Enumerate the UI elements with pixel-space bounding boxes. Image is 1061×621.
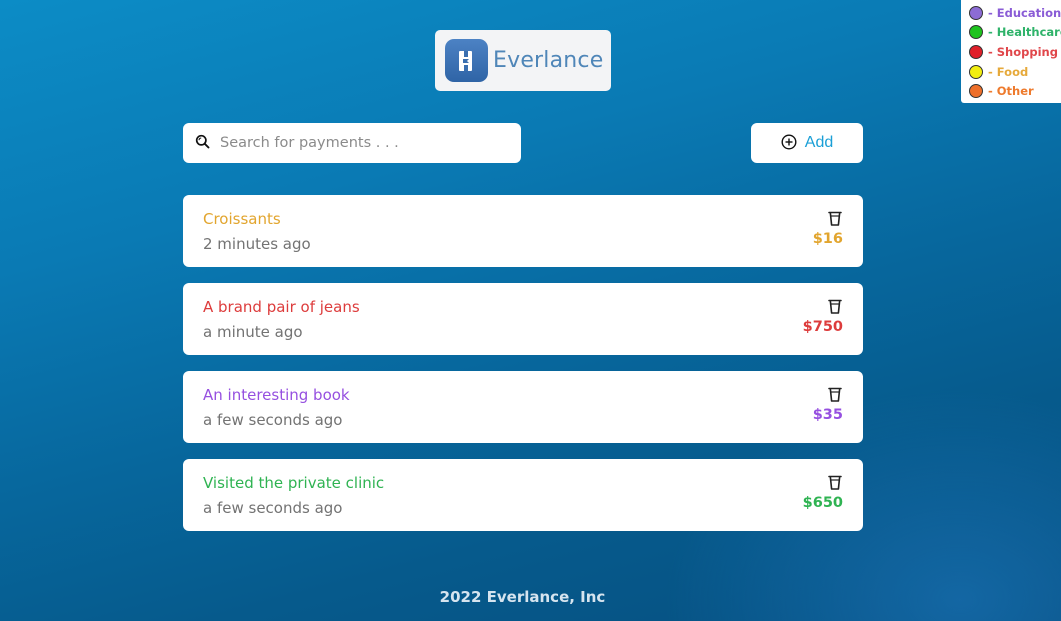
- legend-item-other: - Other: [969, 81, 1061, 101]
- search-input[interactable]: [220, 135, 500, 151]
- payment-amount: $35: [812, 407, 843, 423]
- payment-card: Croissants 2 minutes ago $16: [183, 195, 863, 267]
- legend-label: - Food: [988, 64, 1029, 79]
- payment-time: a few seconds ago: [203, 499, 343, 517]
- trash-icon[interactable]: [827, 474, 843, 491]
- payment-time: a minute ago: [203, 323, 303, 341]
- footer-copyright: 2022 Everlance, Inc: [439, 588, 606, 606]
- category-legend: - Education - Healthcare - Shopping - Fo…: [961, 0, 1061, 103]
- legend-label: - Education: [988, 5, 1061, 20]
- payment-title: An interesting book: [203, 386, 350, 404]
- payment-amount: $16: [812, 231, 843, 247]
- add-payment-button[interactable]: Add: [751, 123, 863, 163]
- add-button-label: Add: [804, 134, 834, 151]
- plus-circle-icon: [781, 133, 797, 153]
- food-dot-icon: [969, 64, 983, 79]
- logo-text: Everlance: [493, 48, 604, 73]
- legend-label: - Other: [988, 84, 1034, 99]
- trash-icon[interactable]: [827, 210, 843, 227]
- healthcare-dot-icon: [969, 25, 983, 40]
- trash-icon[interactable]: [827, 386, 843, 403]
- payment-title: Visited the private clinic: [203, 474, 385, 492]
- payment-amount: $750: [802, 319, 843, 335]
- payment-time: a few seconds ago: [203, 411, 343, 429]
- payment-card: A brand pair of jeans a minute ago $750: [183, 283, 863, 355]
- search-bar[interactable]: [183, 123, 521, 163]
- logo: Everlance: [435, 30, 611, 91]
- search-icon: [195, 134, 210, 153]
- payment-title: A brand pair of jeans: [203, 298, 360, 316]
- education-dot-icon: [969, 5, 983, 20]
- payment-title: Croissants: [203, 210, 281, 228]
- everlance-logo-icon: [445, 39, 488, 82]
- payment-card: Visited the private clinic a few seconds…: [183, 459, 863, 531]
- trash-icon[interactable]: [827, 298, 843, 315]
- legend-label: - Healthcare: [988, 25, 1061, 40]
- legend-item-healthcare: - Healthcare: [969, 23, 1061, 43]
- legend-label: - Shopping: [988, 44, 1058, 59]
- payment-time: 2 minutes ago: [203, 235, 311, 253]
- legend-item-food: - Food: [969, 62, 1061, 82]
- shopping-dot-icon: [969, 44, 983, 59]
- legend-item-shopping: - Shopping: [969, 42, 1061, 62]
- legend-item-education: - Education: [969, 3, 1061, 23]
- payment-card: An interesting book a few seconds ago $3…: [183, 371, 863, 443]
- payment-amount: $650: [802, 495, 843, 511]
- other-dot-icon: [969, 84, 983, 99]
